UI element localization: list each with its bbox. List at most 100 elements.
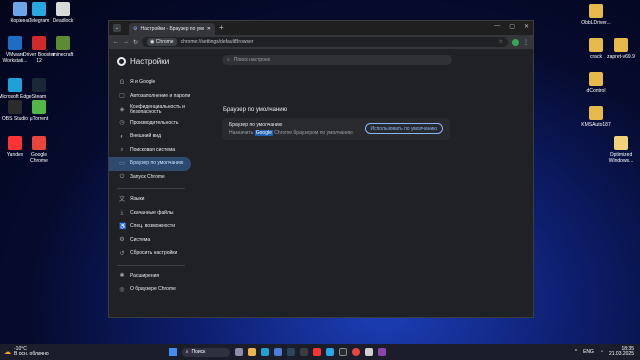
app-icon bbox=[32, 100, 46, 114]
search-icon: ⌕ bbox=[185, 349, 189, 355]
sidebar-item[interactable]: 文 Языки bbox=[109, 193, 193, 207]
sidebar-item-label: Запуск Chrome bbox=[130, 173, 165, 180]
search-icon: ⌕ bbox=[227, 57, 230, 63]
taskbar: ☁ -10°C В осн. облачно ⌕ Поиск ^ ENG ◔ 1… bbox=[0, 344, 640, 360]
bookmark-star-icon[interactable]: ☆ bbox=[499, 39, 503, 45]
tray-chevron-icon[interactable]: ^ bbox=[575, 349, 577, 355]
sidebar-item-icon: 文 bbox=[119, 196, 126, 203]
start-icon[interactable] bbox=[168, 348, 177, 356]
app3-icon[interactable] bbox=[377, 348, 386, 356]
explorer-icon[interactable] bbox=[247, 348, 256, 356]
desktop-icon[interactable]: µTorrent bbox=[22, 100, 56, 122]
nav-divider bbox=[117, 264, 185, 266]
desktop-folder-label: dControl bbox=[586, 88, 606, 94]
desktop-icon[interactable]: minecraft bbox=[46, 36, 80, 58]
task-view-icon[interactable] bbox=[234, 348, 243, 356]
sidebar-item-label: Скачанные файлы bbox=[130, 209, 174, 216]
app-icon bbox=[32, 2, 46, 16]
sidebar-item[interactable]: ⏻ Запуск Chrome bbox=[109, 171, 193, 185]
sidebar-item[interactable]: ✱ Расширения bbox=[109, 270, 193, 284]
sidebar-item-label: Внешний вид bbox=[130, 133, 161, 140]
folder-icon bbox=[614, 38, 628, 52]
desktop-icon[interactable]: Deadlock bbox=[46, 2, 80, 24]
sidebar-item[interactable]: ⌕ Поисковая система bbox=[109, 144, 193, 158]
clock[interactable]: 18:35 21.03.2025 bbox=[609, 347, 634, 357]
desktop-folder-label: Optimized Windows... bbox=[608, 152, 634, 164]
taskbar-search[interactable]: ⌕ Поиск bbox=[181, 347, 230, 357]
sidebar-item[interactable]: ▢ Автозаполнение и пароли bbox=[109, 90, 193, 104]
sidebar-item[interactable]: ▭ Браузер по умолчанию bbox=[109, 157, 191, 171]
sidebar-item[interactable]: G Я и Google bbox=[109, 76, 193, 90]
telegram-icon[interactable] bbox=[325, 348, 334, 356]
app-icon bbox=[8, 136, 22, 150]
tab-settings[interactable]: ⚙ Настройки - Браузер по умолч ✕ bbox=[129, 23, 215, 35]
wifi-icon[interactable]: ◔ bbox=[600, 349, 603, 355]
sidebar-item-icon: ✱ bbox=[119, 273, 125, 280]
new-tab-button[interactable]: + bbox=[219, 23, 224, 32]
tab-search-icon[interactable]: ⌄ bbox=[113, 24, 121, 32]
settings-search-input[interactable]: ⌕ Поиск настроек bbox=[222, 55, 452, 65]
extension-icon[interactable] bbox=[512, 38, 519, 46]
maximize-icon[interactable]: ▢ bbox=[509, 23, 515, 30]
card-desc-pre: Назначить bbox=[229, 130, 255, 136]
app-icon bbox=[32, 36, 46, 50]
weather-icon: ☁ bbox=[4, 349, 11, 356]
default-browser-card: Браузер по умолчанию Назначить Google Ch… bbox=[222, 118, 450, 140]
edge-icon[interactable] bbox=[260, 348, 269, 356]
desktop-folder-label: ObbLDriver... bbox=[581, 20, 611, 26]
sidebar-item[interactable]: ↺ Сбросить настройки bbox=[109, 247, 193, 261]
forward-icon[interactable]: → bbox=[123, 39, 129, 45]
desktop-folder[interactable]: ObbLDriver... bbox=[579, 4, 613, 26]
tab-strip: ⌄ ⚙ Настройки - Браузер по умолч ✕ + — ▢… bbox=[109, 21, 533, 35]
language-indicator[interactable]: ENG bbox=[583, 349, 594, 355]
sidebar-item-icon: ⌕ bbox=[120, 147, 124, 154]
sidebar-item-label: Языки bbox=[130, 196, 145, 203]
obs-icon[interactable] bbox=[338, 348, 347, 356]
app-icon[interactable] bbox=[299, 348, 308, 356]
yandex-icon[interactable] bbox=[312, 348, 321, 356]
settings-page: Настройки G Я и Google ▢ Автозаполнение и п… bbox=[109, 49, 533, 317]
app-icon bbox=[32, 78, 46, 92]
sidebar-item[interactable]: ◷ Производительность bbox=[109, 117, 193, 131]
desktop-folder[interactable]: zapret-v69.9 bbox=[604, 38, 638, 60]
address-bar[interactable]: ◉ Chrome chrome://settings/defaultBrowse… bbox=[142, 37, 508, 47]
chrome-taskbar-icon[interactable] bbox=[351, 348, 360, 356]
sidebar-item-label: Спец. возможности bbox=[130, 223, 175, 230]
reload-icon[interactable]: ↻ bbox=[133, 39, 138, 46]
sidebar-item-label: Расширения bbox=[130, 272, 160, 279]
desktop-icon-label: Deadlock bbox=[52, 18, 74, 24]
sidebar-item[interactable]: ◈ Конфиденциальность и безопасность bbox=[109, 103, 193, 117]
minimize-icon[interactable]: — bbox=[494, 23, 500, 30]
desktop-folder[interactable]: KMSAuto187 bbox=[579, 106, 613, 128]
menu-icon[interactable]: ⋮ bbox=[523, 39, 529, 46]
desktop-folder-label: KMSAuto187 bbox=[581, 122, 611, 128]
desktop-icon[interactable]: Google Chrome bbox=[22, 136, 56, 164]
store-icon[interactable] bbox=[273, 348, 282, 356]
back-icon[interactable]: ← bbox=[113, 39, 119, 45]
folder-icon bbox=[614, 136, 628, 150]
app2-icon[interactable] bbox=[364, 348, 373, 356]
steam-icon[interactable] bbox=[286, 348, 295, 356]
sidebar-item[interactable]: ⤓ Скачанные файлы bbox=[109, 207, 193, 221]
sidebar-item[interactable]: ◐ Внешний вид bbox=[109, 130, 193, 144]
sidebar-item[interactable]: ◎ О браузере Chrome bbox=[109, 283, 193, 297]
sidebar-item-icon: ♿ bbox=[119, 223, 127, 230]
sidebar-item-icon: ⏻ bbox=[119, 174, 125, 181]
desktop-folder[interactable]: Optimized Windows... bbox=[604, 136, 638, 164]
sidebar-item[interactable]: ⚙ Система bbox=[109, 234, 193, 248]
sidebar-item-label: Конфиденциальность и безопасность bbox=[130, 103, 185, 115]
settings-header: Настройки bbox=[109, 49, 193, 74]
selected-text: Google bbox=[254, 130, 273, 136]
tab-title: Настройки - Браузер по умолч bbox=[140, 26, 204, 32]
app-icon bbox=[56, 36, 70, 50]
close-tab-icon[interactable]: ✕ bbox=[207, 26, 211, 32]
app-icon bbox=[32, 136, 46, 150]
toolbar: ← → ↻ ◉ Chrome chrome://settings/default… bbox=[109, 35, 533, 49]
url-text: chrome://settings/defaultBrowser bbox=[180, 39, 254, 45]
weather-widget[interactable]: ☁ -10°C В осн. облачно bbox=[4, 347, 49, 357]
sidebar-item[interactable]: ♿ Спец. возможности bbox=[109, 220, 193, 234]
close-window-icon[interactable]: ✕ bbox=[524, 23, 529, 30]
desktop-folder[interactable]: dControl bbox=[579, 72, 613, 94]
make-default-button[interactable]: Использовать по умолчанию bbox=[364, 123, 443, 134]
desktop-icon[interactable]: Steam bbox=[22, 78, 56, 100]
